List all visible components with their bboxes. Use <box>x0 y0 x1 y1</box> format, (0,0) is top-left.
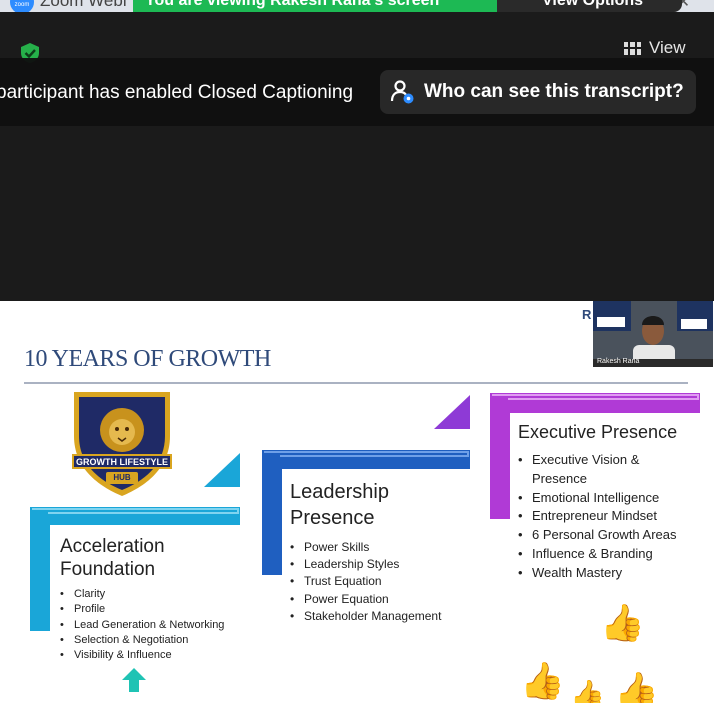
step-list: Power Skills Leadership Styles Trust Equ… <box>290 539 441 625</box>
list-item: Selection & Negotiation <box>60 633 224 649</box>
arrow-up-icon <box>122 668 146 692</box>
grid-view-icon <box>624 41 641 55</box>
transcript-button-label: Who can see this transcript? <box>424 81 684 102</box>
view-options-button[interactable]: View Options <box>497 0 682 12</box>
list-item: Power Equation <box>290 591 441 608</box>
list-item: Profile <box>60 602 224 618</box>
step-leadership-presence: LeadershipPresence Power Skills Leadersh… <box>290 479 441 625</box>
screen-share-banner: You are viewing Rakesh Rana's screen <box>133 0 497 12</box>
list-item: Lead Generation & Networking <box>60 618 224 634</box>
thumbs-up-icon: 👍 <box>570 679 605 703</box>
thumbs-up-icon: 👍 <box>614 670 659 703</box>
list-item: Leadership Styles <box>290 556 441 573</box>
list-item: Visibility & Influence <box>60 648 224 664</box>
list-item: Wealth Mastery <box>518 564 688 583</box>
step-title: Executive Presence <box>518 422 678 442</box>
transcript-person-icon <box>390 80 414 104</box>
list-item: Stakeholder Management <box>290 608 441 625</box>
zoom-logo-icon: zoom <box>10 0 34 12</box>
thumbs-up-icon: 👍 <box>600 602 645 643</box>
who-can-see-transcript-button[interactable]: Who can see this transcript? <box>380 70 696 114</box>
view-options-label: View Options <box>542 0 644 9</box>
thumbs-up-icon: 👍 <box>520 660 565 701</box>
step-title: Leadership Presence <box>290 481 389 529</box>
list-item: 6 Personal Growth Areas <box>518 526 688 545</box>
step-executive-presence: Executive Presence Executive Vision & Pr… <box>518 421 688 583</box>
view-button[interactable]: View <box>624 38 686 58</box>
step-list: Clarity Profile Lead Generation & Networ… <box>60 587 224 664</box>
list-item: Trust Equation <box>290 573 441 590</box>
shared-slide: 10 YEARS OF GROWTH Rakesh Rana R GROWTH … <box>0 301 714 703</box>
app-title: Zoom Webi <box>40 0 127 10</box>
caption-notice-text: participant has enabled Closed Captionin… <box>0 82 354 103</box>
list-item: Power Skills <box>290 539 441 556</box>
step-list: Executive Vision & Presence Emotional In… <box>518 451 688 583</box>
step-title: Acceleration Foundation <box>60 536 165 580</box>
list-item: Clarity <box>60 587 224 603</box>
list-item: Emotional Intelligence <box>518 489 688 508</box>
list-item: Entrepreneur Mindset <box>518 507 688 526</box>
list-item: Executive Vision & Presence <box>518 451 688 489</box>
share-banner-text: You are viewing Rakesh Rana's screen <box>145 0 440 9</box>
view-button-label: View <box>649 38 686 57</box>
list-item: Influence & Branding <box>518 545 688 564</box>
step-acceleration-foundation: AccelerationFoundation Clarity Profile L… <box>60 535 224 664</box>
